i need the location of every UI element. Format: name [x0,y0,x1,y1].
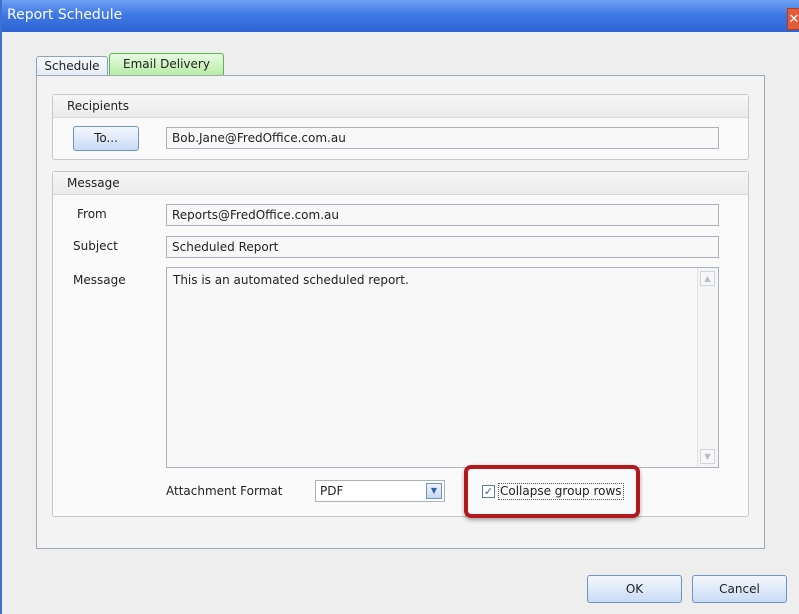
title-bar[interactable]: Report Schedule ✕ [2,0,799,32]
close-button[interactable]: ✕ [787,8,799,30]
subject-field[interactable]: Scheduled Report [166,236,719,258]
email-delivery-panel: Recipients To... Bob.Jane@FredOffice.com… [36,75,765,549]
attachment-format-label: Attachment Format [166,484,283,498]
tab-schedule[interactable]: Schedule [36,56,108,75]
close-icon: ✕ [788,12,799,27]
recipients-header: Recipients [53,95,748,118]
message-scrollbar[interactable]: ▲ ▼ [697,268,718,467]
recipients-group: Recipients To... Bob.Jane@FredOffice.com… [52,94,749,160]
to-button[interactable]: To... [73,126,139,151]
attachment-format-value: PDF [320,484,344,498]
to-field[interactable]: Bob.Jane@FredOffice.com.au [166,127,719,149]
attachment-format-select[interactable]: PDF ▼ [315,480,445,502]
from-field[interactable]: Reports@FredOffice.com.au [166,204,719,226]
ok-button[interactable]: OK [587,575,682,603]
highlight-frame [464,465,640,518]
message-header: Message [53,172,748,195]
message-label: Message [73,273,126,287]
from-label: From [77,207,107,221]
message-text: This is an automated scheduled report. [173,273,409,287]
scroll-up-arrow-icon[interactable]: ▲ [700,271,715,286]
chevron-down-icon[interactable]: ▼ [426,483,442,499]
report-schedule-dialog: Report Schedule ✕ Schedule Email Deliver… [0,0,799,614]
subject-label: Subject [73,239,118,253]
tab-email-delivery[interactable]: Email Delivery [109,53,224,75]
cancel-button[interactable]: Cancel [692,575,787,603]
message-textarea[interactable]: This is an automated scheduled report. ▲… [166,267,719,468]
scroll-down-arrow-icon[interactable]: ▼ [700,449,715,464]
message-group: Message From Reports@FredOffice.com.au S… [52,171,749,517]
window-title: Report Schedule [7,7,123,23]
